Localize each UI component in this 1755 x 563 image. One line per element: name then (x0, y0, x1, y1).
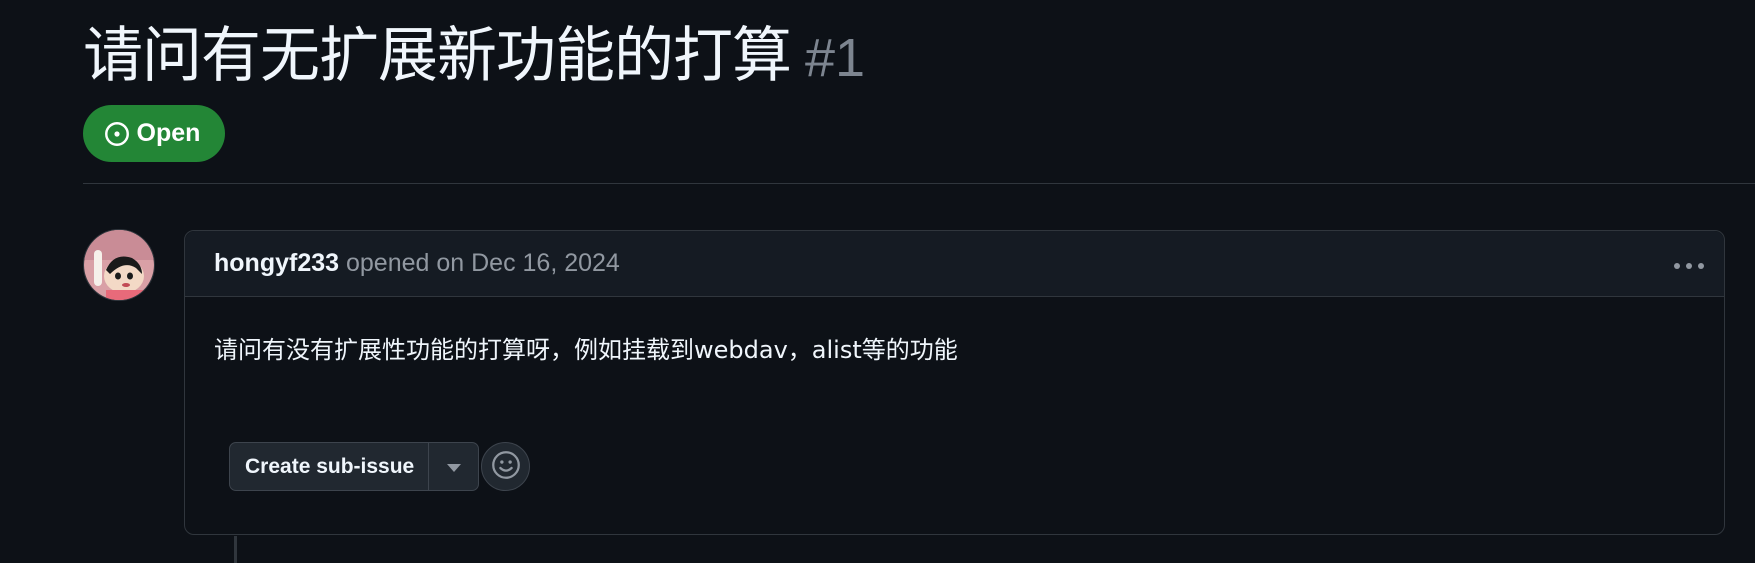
timeline-line (234, 536, 237, 563)
add-reaction-button[interactable] (481, 442, 530, 491)
issue-state-badge: Open (83, 105, 225, 162)
opened-timestamp[interactable]: opened on Dec 16, 2024 (346, 249, 620, 277)
smiley-icon (491, 450, 521, 484)
issue-state-label: Open (136, 119, 201, 147)
issue-number: #1 (805, 28, 866, 88)
create-subissue-group: Create sub-issue (229, 442, 480, 491)
comment-menu-button[interactable] (1670, 249, 1708, 279)
comment-body: 请问有没有扩展性功能的打算呀，例如挂载到webdav，alist等的功能 (214, 336, 958, 364)
issue-comment: hongyf233 opened on Dec 16, 2024 请问有没有扩展… (184, 230, 1725, 535)
triangle-down-icon (446, 457, 461, 476)
issue-title: 请问有无扩展新功能的打算 (83, 21, 792, 91)
kebab-horizontal-icon (1673, 255, 1705, 274)
create-subissue-dropdown-button[interactable] (429, 443, 478, 490)
issue-opened-icon (104, 121, 130, 147)
author-link[interactable]: hongyf233 (214, 249, 339, 277)
comment-header-text: hongyf233 opened on Dec 16, 2024 (214, 231, 620, 296)
author-avatar[interactable] (83, 229, 155, 301)
create-subissue-button[interactable]: Create sub-issue (230, 443, 430, 490)
header-divider (83, 183, 1755, 184)
comment-header: hongyf233 opened on Dec 16, 2024 (185, 231, 1724, 297)
issue-title-row: 请问有无扩展新功能的打算 #1 (83, 18, 865, 94)
